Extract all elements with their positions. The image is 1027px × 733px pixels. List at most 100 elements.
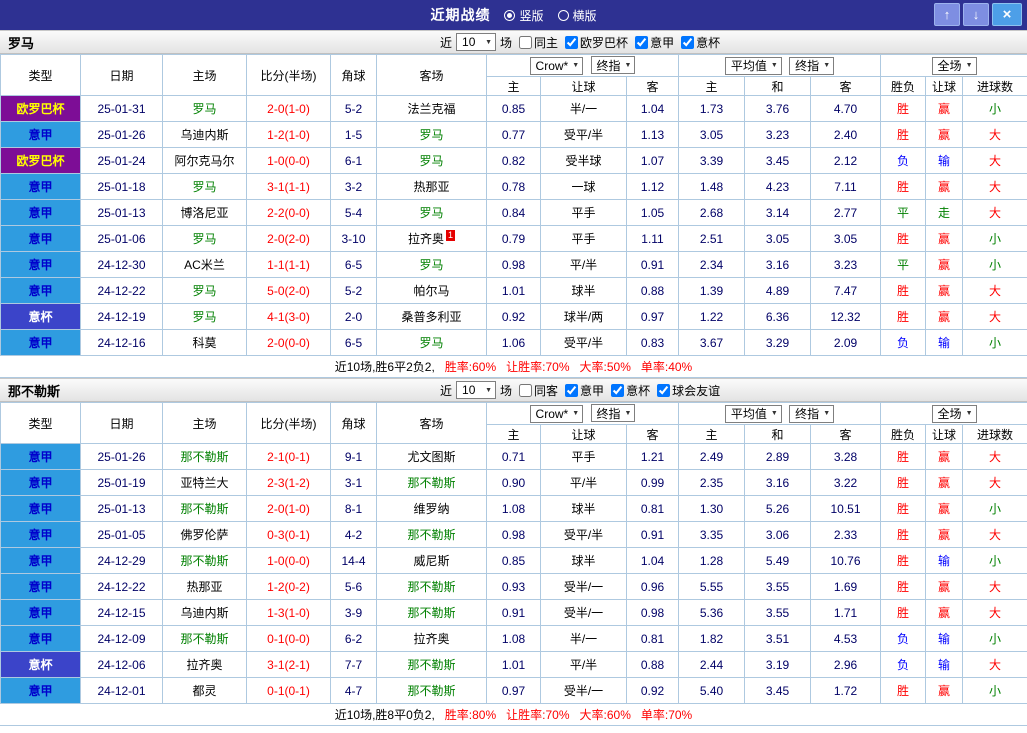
match-row: 意杯24-12-06拉齐奥3-1(2-1)7-7那不勒斯1.01平/半0.882… (1, 652, 1027, 678)
ah-source-select[interactable]: Crow*▼ (530, 57, 584, 75)
col-header-corner: 角球 (331, 403, 377, 444)
eu-source-select[interactable]: 平均值▼ (725, 405, 782, 423)
match-date: 25-01-26 (81, 444, 163, 470)
away-team: 那不勒斯 (377, 574, 487, 600)
ah-source-select[interactable]: Crow*▼ (530, 405, 584, 423)
competition-type: 意甲 (1, 574, 81, 600)
matches-table: 类型 日期 主场 比分(半场) 角球 客场 Crow*▼ 终指▼ 平均值▼ 终指… (0, 402, 1027, 704)
score-halftime: 0-1(0-0) (247, 626, 331, 652)
scope-group-header: 全场▼ (881, 55, 1027, 77)
eu-final-select[interactable]: 终指▼ (789, 405, 834, 423)
away-team: 热那亚 (377, 174, 487, 200)
layout-radio-horizontal[interactable]: 横版 (558, 7, 597, 24)
eu-source-select[interactable]: 平均值▼ (725, 57, 782, 75)
close-button[interactable]: × (992, 3, 1022, 26)
filter-checkbox-serie-a[interactable]: 意甲 (635, 34, 674, 51)
match-date: 24-12-19 (81, 304, 163, 330)
eu-home-odds: 3.67 (679, 330, 745, 356)
ah-final-select[interactable]: 终指▼ (591, 404, 636, 422)
match-date: 25-01-26 (81, 122, 163, 148)
competition-type: 意杯 (1, 304, 81, 330)
home-team: 热那亚 (163, 574, 247, 600)
match-row: 意甲24-12-22罗马5-0(2-0)5-2帕尔马1.01球半0.881.39… (1, 278, 1027, 304)
score-halftime: 1-1(1-1) (247, 252, 331, 278)
result-goals-over-under: 小 (963, 330, 1027, 356)
ah-home-odds: 0.90 (487, 470, 541, 496)
chevron-down-icon: ▼ (625, 62, 632, 69)
ah-away-odds: 0.81 (627, 626, 679, 652)
ah-odds-group-header: Crow*▼ 终指▼ (487, 55, 679, 77)
filter-checkbox-same-away[interactable]: 同客 (519, 382, 558, 399)
summary-handicap-rate: 让胜率:70% (506, 706, 569, 723)
result-handicap: 输 (926, 148, 963, 174)
result-goals-over-under: 大 (963, 174, 1027, 200)
away-team: 那不勒斯 (377, 522, 487, 548)
result-handicap: 赢 (926, 96, 963, 122)
eu-away-odds: 10.76 (811, 548, 881, 574)
eu-home-odds: 2.68 (679, 200, 745, 226)
team-name: 那不勒斯 (8, 381, 60, 400)
result-goals-over-under: 大 (963, 444, 1027, 470)
games-label: 场 (500, 382, 512, 399)
checkbox-input[interactable] (519, 384, 532, 397)
result-handicap: 赢 (926, 522, 963, 548)
checkbox-input[interactable] (657, 384, 670, 397)
eu-odds-group-header: 平均值▼ 终指▼ (679, 55, 881, 77)
match-row: 意甲24-12-30AC米兰1-1(1-1)6-5罗马0.98平/半0.912.… (1, 252, 1027, 278)
checkbox-input[interactable] (519, 36, 532, 49)
layout-radio-vertical[interactable]: 竖版 (504, 7, 543, 24)
eu-final-select[interactable]: 终指▼ (789, 57, 834, 75)
checkbox-input[interactable] (565, 384, 578, 397)
result-win-draw-loss: 胜 (881, 122, 926, 148)
away-team: 维罗纳 (377, 496, 487, 522)
checkbox-input[interactable] (681, 36, 694, 49)
eu-odds-group-header: 平均值▼ 终指▼ (679, 403, 881, 425)
ah-line: 球半 (541, 548, 627, 574)
checkbox-input[interactable] (565, 36, 578, 49)
home-team: 科莫 (163, 330, 247, 356)
ah-line: 受半球 (541, 148, 627, 174)
summary-line: 近10场,胜8平0负2, 胜率:80% 让胜率:70% 大率:60% 单率:70… (0, 704, 1027, 726)
summary-over-rate: 大率:60% (580, 706, 631, 723)
scroll-down-button[interactable]: ↓ (963, 3, 989, 26)
games-count-select[interactable]: 10 ▼ (456, 381, 496, 399)
ah-final-select[interactable]: 终指▼ (591, 56, 636, 74)
filter-checkbox-serie-a[interactable]: 意甲 (565, 382, 604, 399)
filter-checkbox-europa[interactable]: 欧罗巴杯 (565, 34, 628, 51)
result-goals-over-under: 小 (963, 548, 1027, 574)
radio-selected-icon (504, 10, 515, 21)
filter-checkbox-coppa[interactable]: 意杯 (681, 34, 720, 51)
filter-checkbox-friendly[interactable]: 球会友谊 (657, 382, 720, 399)
home-team: 佛罗伦萨 (163, 522, 247, 548)
result-win-draw-loss: 胜 (881, 174, 926, 200)
checkbox-input[interactable] (635, 36, 648, 49)
eu-away-odds: 7.11 (811, 174, 881, 200)
ah-line: 平手 (541, 444, 627, 470)
match-date: 25-01-18 (81, 174, 163, 200)
chevron-down-icon: ▼ (485, 387, 492, 394)
games-count-select[interactable]: 10 ▼ (456, 33, 496, 51)
col-header-date: 日期 (81, 55, 163, 96)
checkbox-input[interactable] (611, 384, 624, 397)
away-team: 罗马 (377, 200, 487, 226)
scope-select[interactable]: 全场▼ (932, 57, 977, 75)
col-header-ah-away: 客 (627, 425, 679, 444)
chevron-down-icon: ▼ (823, 62, 830, 69)
summary-odd-rate: 单率:70% (641, 706, 692, 723)
scroll-up-button[interactable]: ↑ (934, 3, 960, 26)
home-team: 罗马 (163, 304, 247, 330)
eu-draw-odds: 4.89 (745, 278, 811, 304)
competition-type: 意甲 (1, 122, 81, 148)
filter-checkbox-same-home[interactable]: 同主 (519, 34, 558, 51)
corner-count: 6-5 (331, 252, 377, 278)
score-halftime: 2-2(0-0) (247, 200, 331, 226)
filter-checkbox-coppa[interactable]: 意杯 (611, 382, 650, 399)
home-team: 那不勒斯 (163, 626, 247, 652)
result-goals-over-under: 大 (963, 148, 1027, 174)
competition-type: 意甲 (1, 548, 81, 574)
scope-select[interactable]: 全场▼ (932, 405, 977, 423)
result-handicap: 输 (926, 652, 963, 678)
eu-draw-odds: 5.49 (745, 548, 811, 574)
match-date: 24-12-30 (81, 252, 163, 278)
competition-type: 意甲 (1, 444, 81, 470)
